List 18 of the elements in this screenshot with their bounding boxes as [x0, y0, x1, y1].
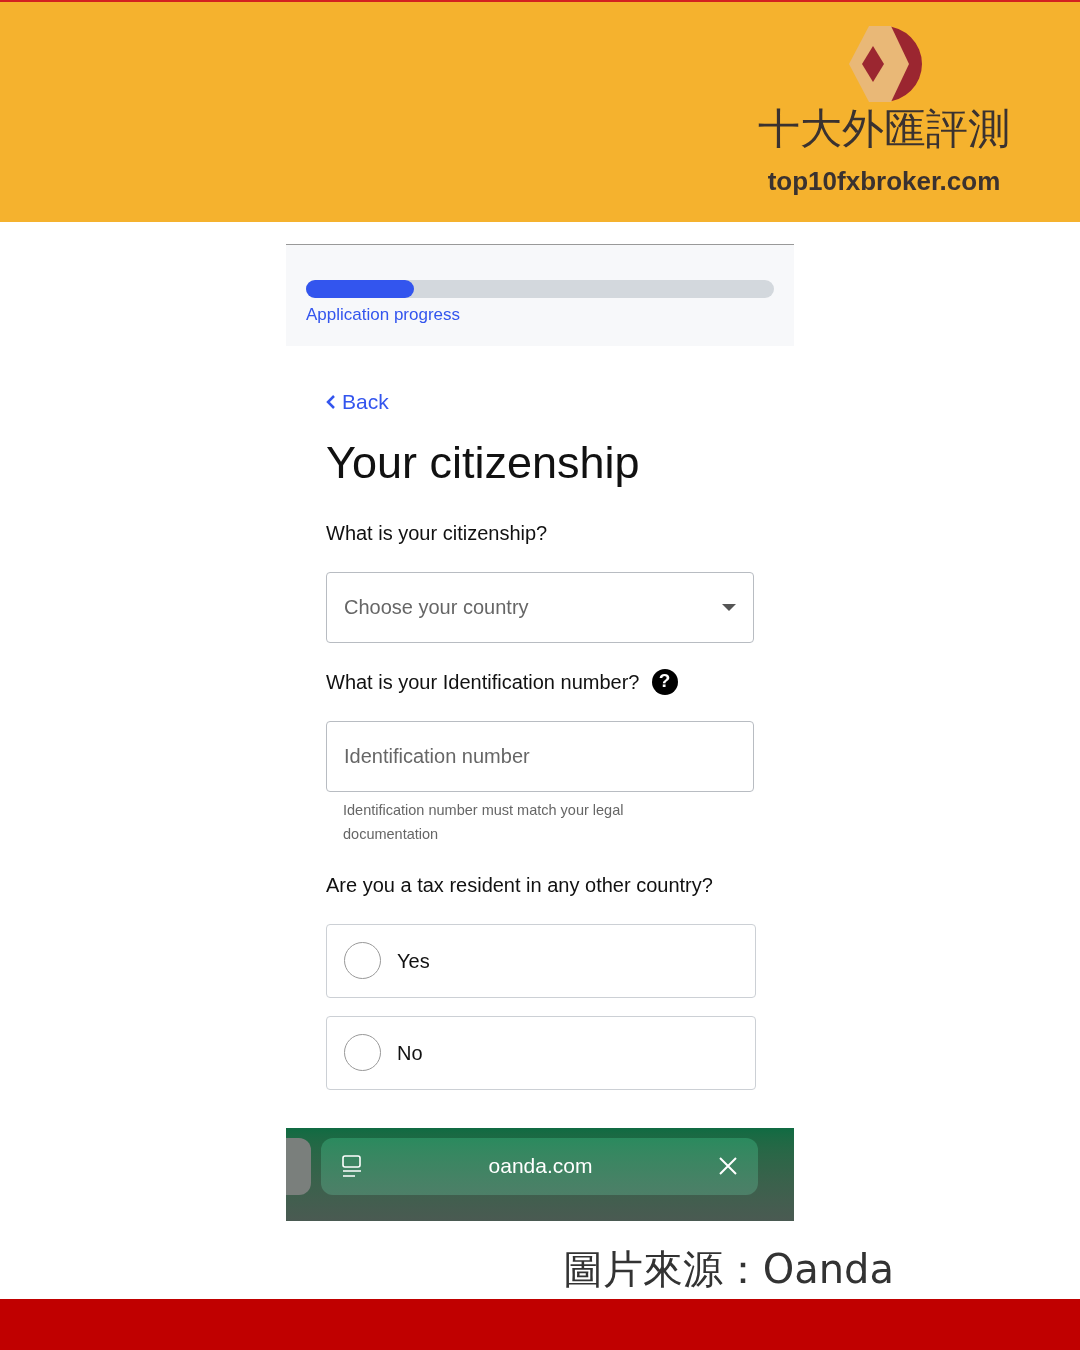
dropdown-placeholder: Choose your country: [344, 595, 529, 621]
back-link[interactable]: Back: [326, 386, 389, 418]
country-dropdown[interactable]: Choose your country: [326, 571, 754, 643]
brand-site: top10fxbroker.com: [767, 165, 1001, 198]
radio-option[interactable]: No: [326, 1015, 756, 1090]
citizenship-question: What is your citizenship?: [326, 520, 549, 546]
address-bar[interactable]: oanda.com: [321, 1137, 758, 1195]
tax-resident-question: Are you a tax resident in any other country?: [326, 872, 714, 898]
identification-question: What is your Identification number?: [326, 669, 640, 695]
page-title: Your citizenship: [326, 435, 641, 490]
identification-hint: Identification number must match your legal documentation: [342, 800, 625, 844]
address-text: oanda.com: [487, 1153, 594, 1180]
help-icon[interactable]: ?: [651, 668, 678, 695]
radio-option[interactable]: Yes: [326, 923, 756, 998]
image-source-caption: 圖片來源：Oanda: [562, 1244, 894, 1294]
brand-name: 十大外匯評測: [758, 103, 1010, 155]
progress-label: Application progress: [306, 304, 462, 327]
identification-field[interactable]: Identification number: [326, 720, 754, 792]
